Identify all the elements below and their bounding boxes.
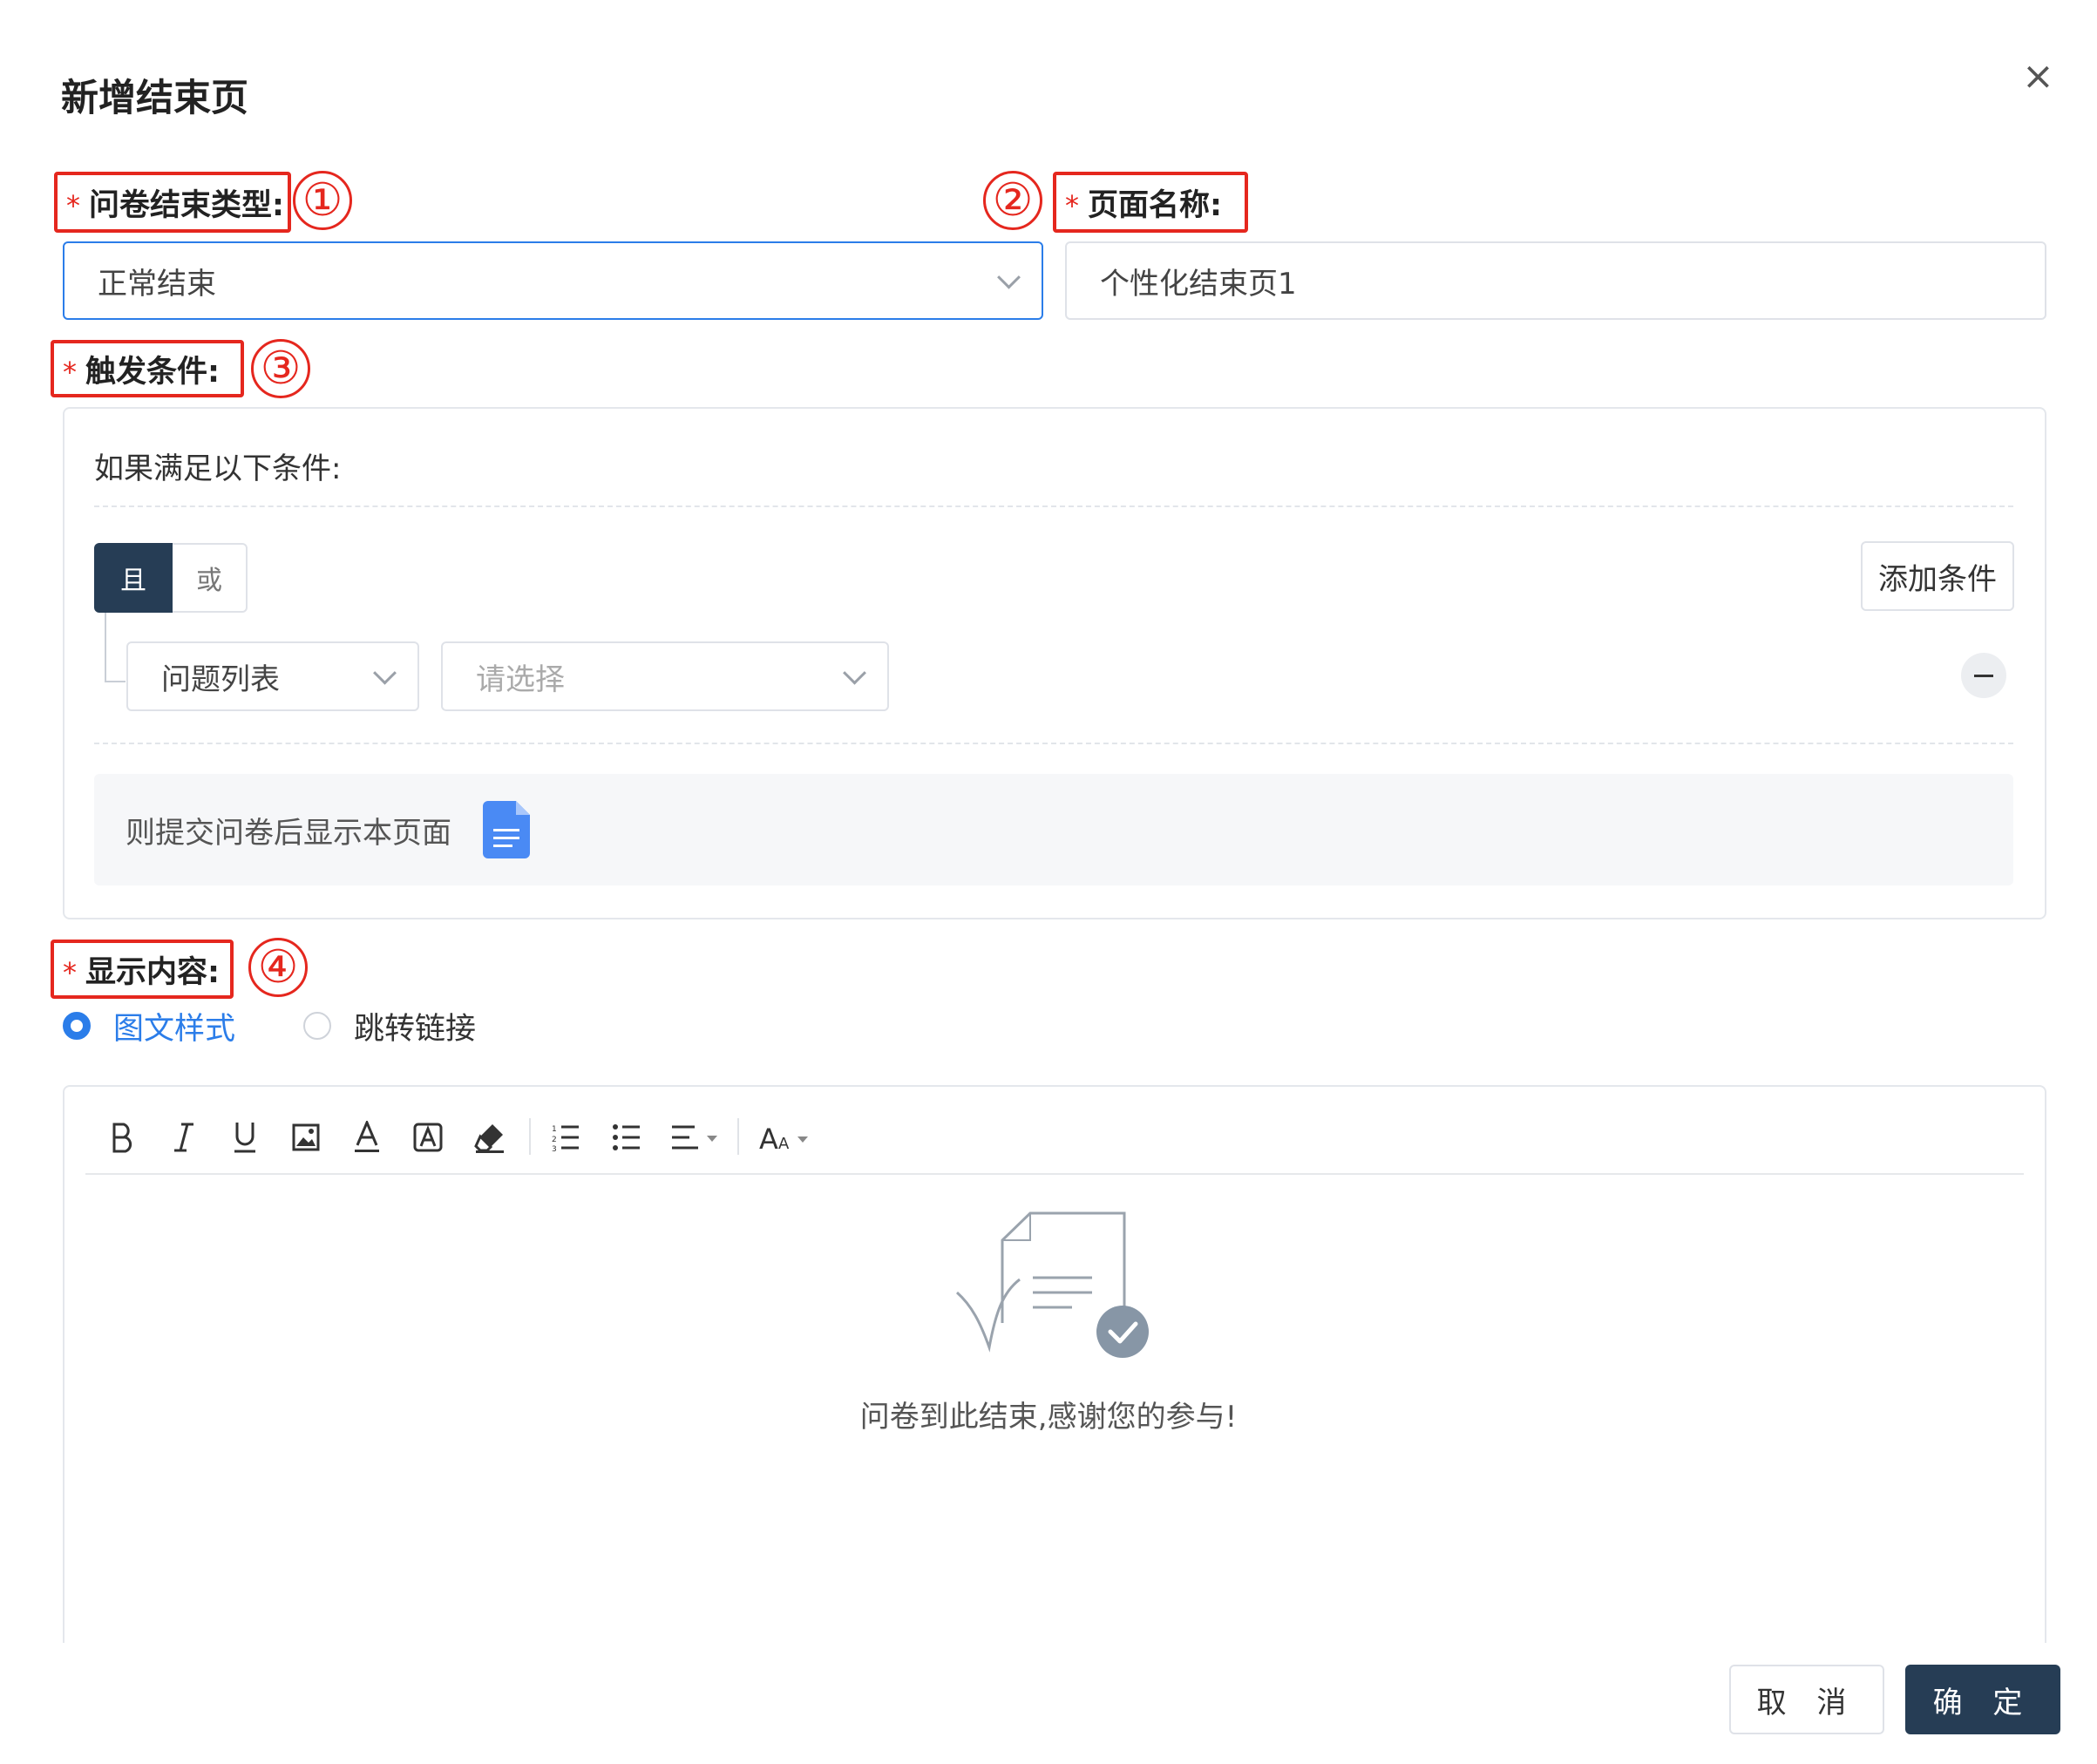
- svg-text:2: 2: [552, 1136, 557, 1144]
- page-name-label: * 页面名称:: [1053, 172, 1248, 233]
- italic-icon[interactable]: [166, 1116, 202, 1159]
- remove-condition-icon[interactable]: [1961, 653, 2006, 698]
- result-bar: 则提交问卷后显示本页面: [94, 774, 2013, 885]
- toolbar-separator: [737, 1118, 739, 1155]
- required-marker: *: [1065, 189, 1079, 222]
- tree-connector: [105, 613, 126, 682]
- svg-text:A: A: [778, 1135, 790, 1152]
- eraser-icon[interactable]: [471, 1116, 509, 1159]
- logic-and-toggle[interactable]: 且: [94, 543, 173, 613]
- logic-or-toggle[interactable]: 或: [173, 543, 248, 613]
- trigger-label-text: 触发条件:: [85, 354, 220, 390]
- align-icon[interactable]: [669, 1116, 722, 1159]
- underline-icon[interactable]: [227, 1116, 263, 1159]
- chevron-down-icon: [843, 661, 866, 685]
- annotation-marker-1: ①: [293, 171, 352, 230]
- page-name-value: 个性化结束页1: [1100, 266, 1297, 302]
- editor-content-text: 问卷到此结束,感谢您的参与!: [859, 1400, 1238, 1435]
- option-select-placeholder: 请选择: [476, 662, 565, 697]
- divider: [94, 505, 2013, 507]
- radio-checked-icon: [63, 1012, 91, 1040]
- toolbar-separator: [529, 1118, 531, 1155]
- annotation-marker-4: ④: [248, 938, 308, 997]
- cancel-button[interactable]: 取 消: [1729, 1665, 1884, 1734]
- annotation-marker-3: ③: [251, 339, 310, 398]
- end-type-value: 正常结束: [98, 266, 216, 302]
- trigger-label: * 触发条件:: [51, 340, 244, 397]
- background-color-icon[interactable]: [410, 1116, 446, 1159]
- radio-rich-text-label: 图文样式: [113, 1011, 236, 1047]
- radio-unchecked-icon: [303, 1012, 331, 1040]
- option-select[interactable]: 请选择: [441, 641, 889, 711]
- toolbar-divider: [85, 1173, 2024, 1175]
- annotation-marker-2: ②: [983, 171, 1042, 230]
- question-list-select[interactable]: 问题列表: [126, 641, 419, 711]
- svg-text:3: 3: [552, 1145, 557, 1151]
- add-condition-button[interactable]: 添加条件: [1861, 541, 2014, 611]
- radio-jump-link[interactable]: 跳转链接: [303, 1007, 477, 1047]
- font-color-icon[interactable]: [349, 1116, 385, 1159]
- page-name-label-text: 页面名称:: [1088, 187, 1222, 223]
- radio-rich-text[interactable]: 图文样式: [63, 1007, 236, 1047]
- display-content-label: * 显示内容:: [51, 940, 234, 999]
- ordered-list-icon[interactable]: 1 23: [547, 1116, 584, 1159]
- add-end-page-dialog: 新增结束页 × * 问卷结束类型: ① 正常结束 ② * 页面名称: 个性化结束…: [0, 0, 2097, 1764]
- chevron-down-icon: [373, 661, 397, 685]
- required-marker: *: [63, 356, 77, 389]
- bold-icon[interactable]: [105, 1116, 141, 1159]
- rich-text-editor[interactable]: [63, 1085, 2046, 1643]
- condition-intro: 如果满足以下条件:: [94, 451, 342, 486]
- unordered-list-icon[interactable]: [608, 1116, 645, 1159]
- chevron-down-icon: [997, 265, 1021, 289]
- document-icon: [483, 801, 530, 858]
- required-marker: *: [66, 189, 80, 222]
- confirm-button[interactable]: 确 定: [1905, 1665, 2060, 1734]
- image-icon[interactable]: [288, 1116, 324, 1159]
- question-list-value: 问题列表: [161, 662, 280, 697]
- radio-jump-link-label: 跳转链接: [354, 1011, 477, 1047]
- display-content-label-text: 显示内容:: [85, 954, 220, 990]
- completed-document-illustration: [950, 1210, 1159, 1362]
- page-name-input[interactable]: 个性化结束页1: [1065, 241, 2046, 320]
- font-size-icon[interactable]: AA: [758, 1116, 812, 1159]
- dialog-title: 新增结束页: [61, 77, 248, 120]
- svg-text:1: 1: [552, 1125, 557, 1134]
- svg-text:A: A: [759, 1123, 778, 1152]
- divider: [94, 743, 2013, 744]
- end-type-select[interactable]: 正常结束: [63, 241, 1043, 320]
- close-icon[interactable]: ×: [2022, 58, 2054, 96]
- result-text: 则提交问卷后显示本页面: [126, 815, 451, 851]
- end-type-label-text: 问卷结束类型:: [89, 187, 284, 223]
- end-type-label: * 问卷结束类型:: [54, 172, 291, 233]
- required-marker: *: [63, 956, 77, 989]
